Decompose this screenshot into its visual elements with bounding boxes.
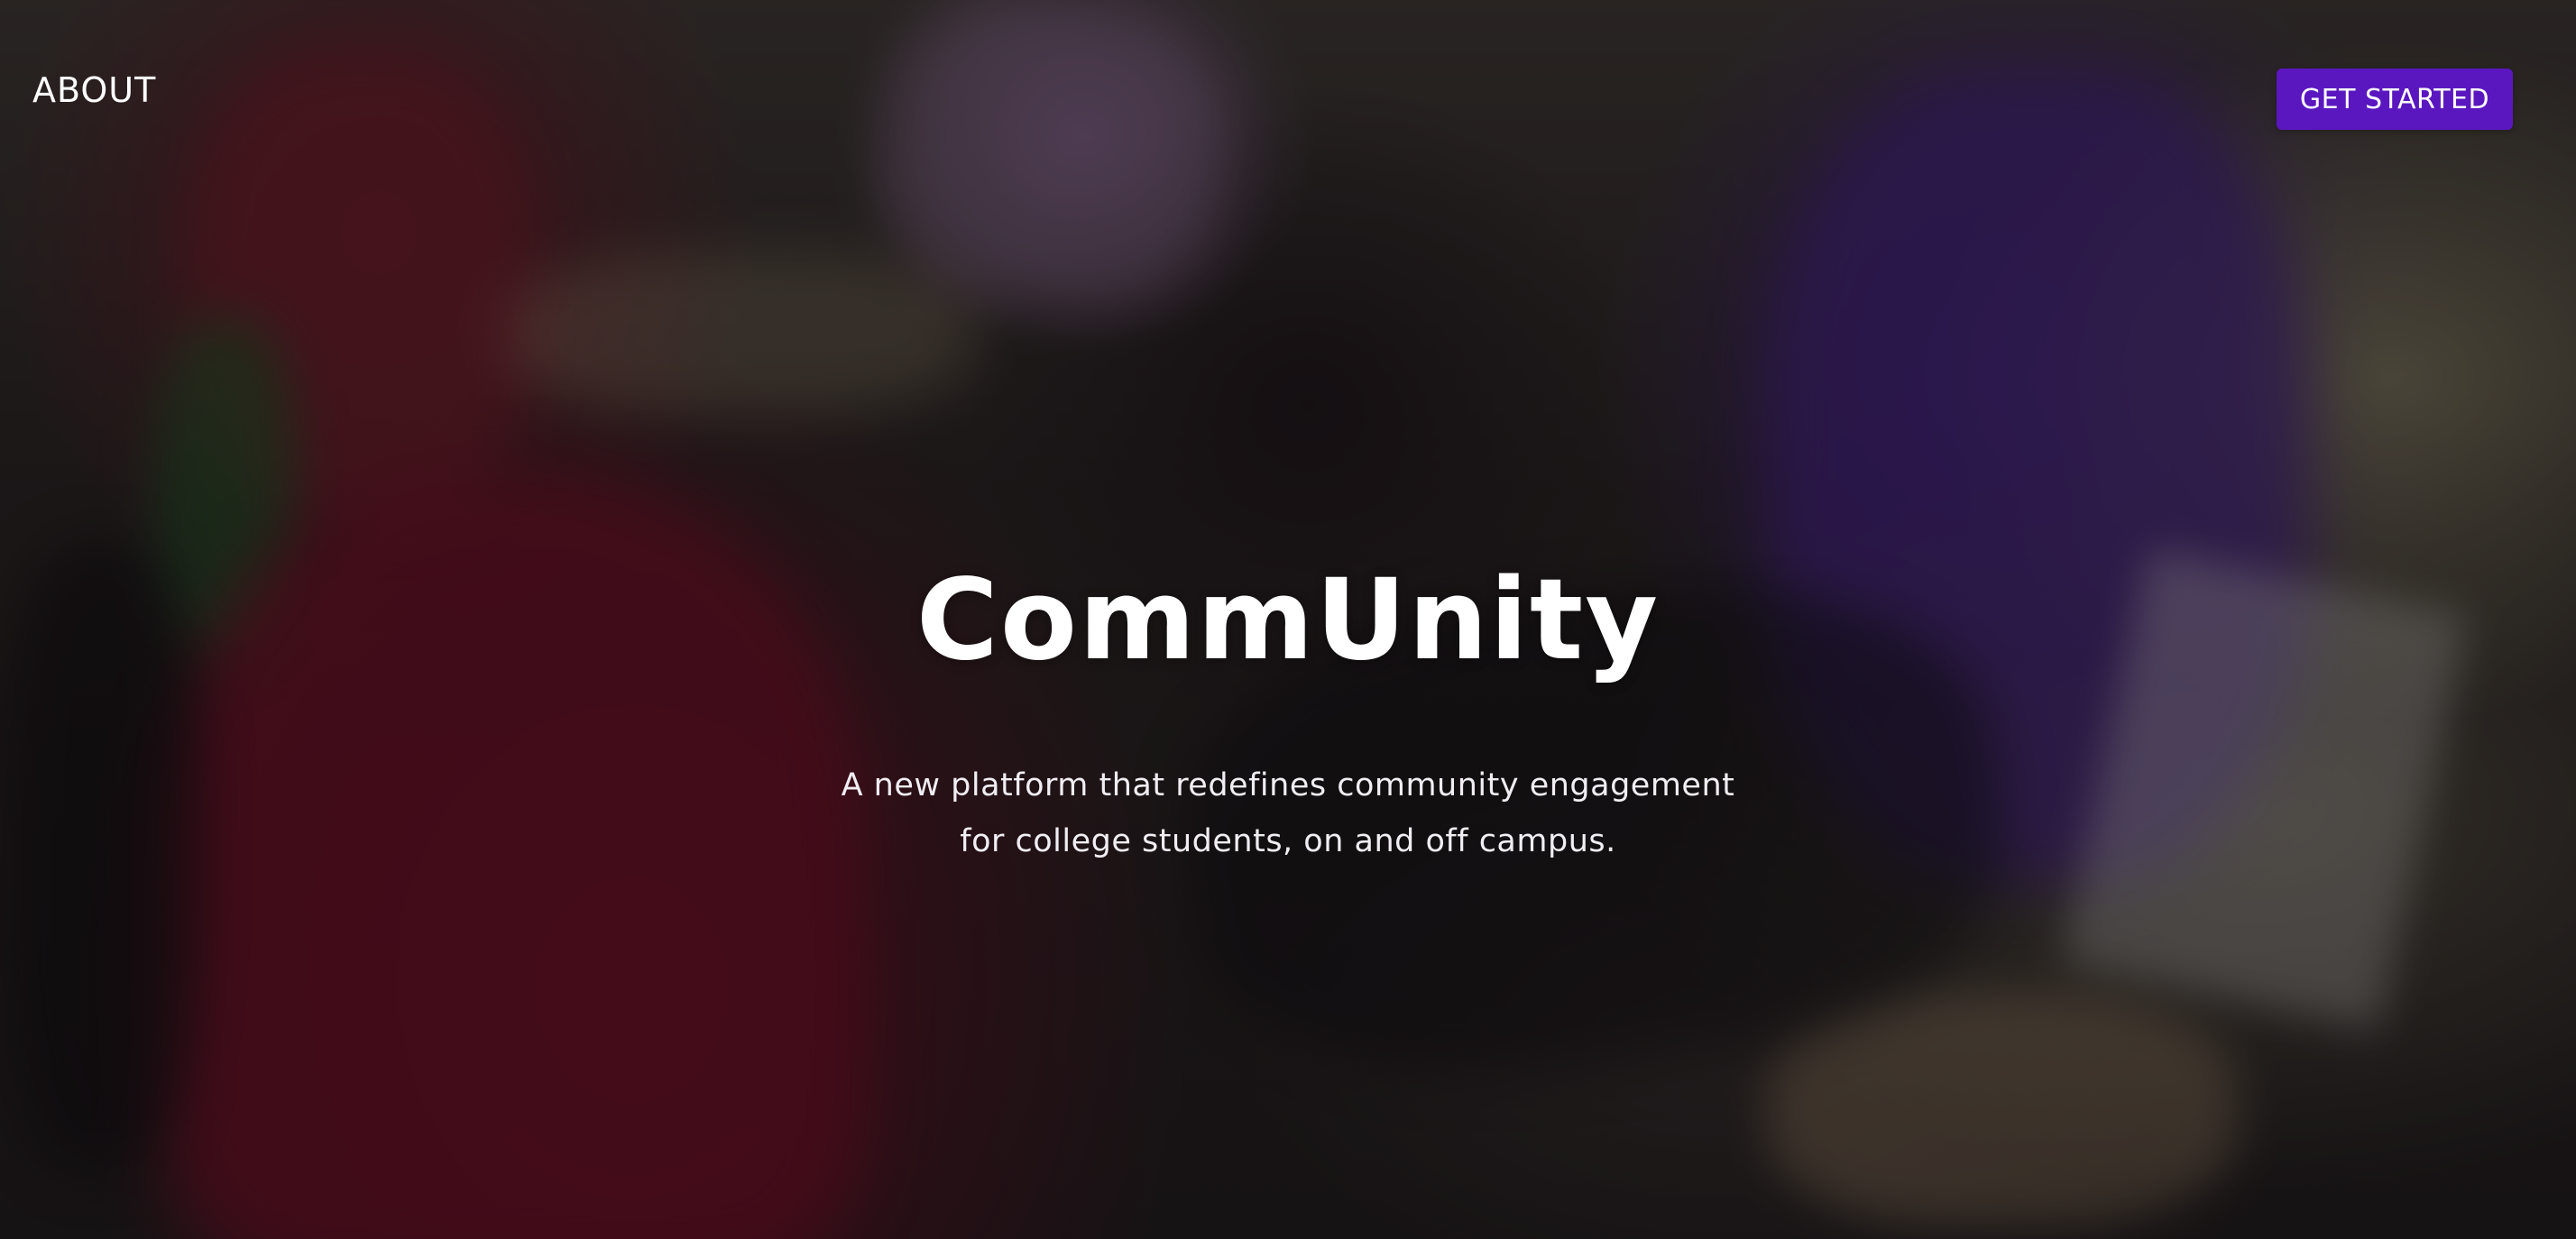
hero-subtitle: A new platform that redefines community … <box>792 757 1784 869</box>
get-started-button[interactable]: GET STARTED <box>2277 69 2513 130</box>
page-title: CommUnity <box>915 555 1661 685</box>
hero-content: CommUnity A new platform that redefines … <box>0 559 2576 869</box>
hero-section: ABOUT GET STARTED CommUnity A new platfo… <box>0 0 2576 1239</box>
hero-subtitle-line: for college students, on and off campus. <box>960 823 1616 860</box>
about-link[interactable]: ABOUT <box>32 70 156 110</box>
hero-subtitle-line: A new platform that redefines community … <box>841 767 1735 804</box>
